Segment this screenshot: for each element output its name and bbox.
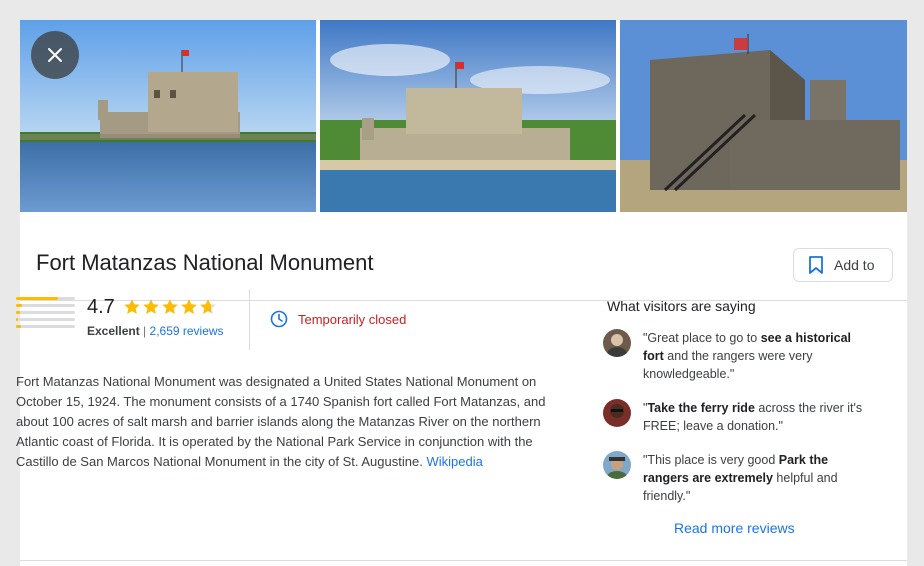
rating-bar-4: [16, 304, 75, 307]
star-icon: [181, 299, 197, 314]
review-quote: "Great place to go to see a historical f…: [643, 329, 868, 383]
add-to-label: Add to: [834, 257, 875, 273]
rating-score: 4.7: [87, 296, 115, 318]
rating-stars: [123, 298, 217, 316]
review-quote-highlight: Take the ferry ride: [647, 401, 755, 415]
vertical-divider: [249, 289, 250, 350]
reviews-link[interactable]: 2,659 reviews: [150, 324, 224, 338]
bottom-divider: [20, 560, 907, 561]
rating-bar-2: [16, 318, 75, 321]
add-to-button[interactable]: Add to: [793, 248, 893, 282]
rating-distribution: [16, 297, 75, 332]
bookmark-icon: [809, 256, 823, 274]
photo-strip: [20, 20, 907, 212]
page-title: Fort Matanzas National Monument: [36, 250, 374, 275]
close-button[interactable]: [31, 31, 79, 79]
close-icon: [48, 48, 62, 62]
review-quote: "Take the ferry ride across the river it…: [643, 399, 868, 435]
avatar: [603, 399, 631, 427]
star-icon: [200, 299, 216, 314]
avatar: [603, 329, 631, 357]
description: Fort Matanzas National Monument was desi…: [16, 372, 576, 472]
rating-label: Excellent: [87, 324, 140, 338]
rating-bar-5: [16, 297, 75, 300]
star-icon: [162, 299, 178, 314]
rating-bar-3: [16, 311, 75, 314]
fort-photo-2[interactable]: [320, 20, 616, 212]
star-icon: [124, 299, 140, 314]
fort-photo-3[interactable]: [620, 20, 907, 212]
avatar: [603, 451, 631, 479]
review-quote: "This place is very good Park the ranger…: [643, 451, 868, 505]
rating-bar-1: [16, 325, 75, 328]
rating-subline: Excellent | 2,659 reviews: [87, 324, 224, 338]
review-quote-pre: "This place is very good: [643, 453, 779, 467]
title-row: Fort Matanzas National Monument Add to: [20, 212, 907, 301]
wikipedia-link[interactable]: Wikipedia: [426, 454, 482, 469]
clock-icon: [270, 310, 288, 328]
star-icon: [143, 299, 159, 314]
review-quote-pre: "Great place to go to: [643, 331, 761, 345]
review-quote-post: and the rangers were very knowledgeable.…: [643, 349, 813, 381]
status-badge: Temporarily closed: [270, 310, 406, 328]
read-more-reviews-link[interactable]: Read more reviews: [674, 520, 795, 536]
rating-summary[interactable]: 4.7 Excellent | 2,659 reviews: [16, 296, 236, 338]
visitors-heading: What visitors are saying: [607, 298, 756, 314]
rating-separator: |: [143, 324, 147, 338]
status-text: Temporarily closed: [298, 311, 407, 327]
